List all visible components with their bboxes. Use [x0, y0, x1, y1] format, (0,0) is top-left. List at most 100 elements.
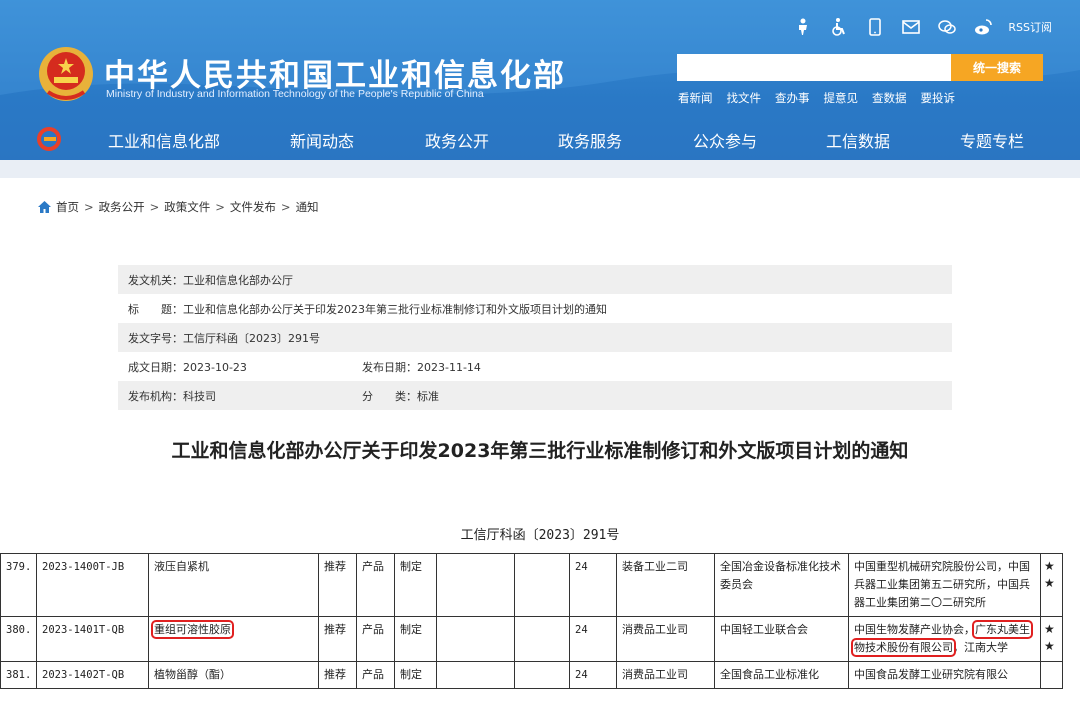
elder-mode-icon[interactable] — [792, 16, 814, 38]
mobile-icon[interactable] — [864, 16, 886, 38]
empty-cell — [436, 553, 515, 617]
drafting-organizations: 中国重型机械研究院股份公司，中国兵器工业集团第五二研究所，中国兵器工业集团第二〇… — [848, 553, 1041, 617]
info-row-agency: 发布机构：科技司 分 类：标准 — [118, 381, 952, 410]
breadcrumb-separator: > — [149, 200, 160, 214]
technical-committee: 全国冶金设备标准化技术委员会 — [714, 553, 849, 617]
table-row: 380. 2023-1401T-QB 重组可溶性胶原 推荐 产品 制定 24 消… — [0, 616, 1063, 662]
title-text: 标 题：工业和信息化部办公厅关于印发2023年第三批行业标准制修订和外文版项目计… — [128, 302, 607, 316]
written-date-text: 成文日期：2023-10-23 — [128, 360, 247, 374]
breadcrumb-open-government[interactable]: 政务公开 — [99, 199, 145, 215]
revision-type: 制定 — [394, 553, 437, 617]
quick-link-feedback[interactable]: 提意见 — [824, 90, 859, 106]
home-icon[interactable] — [38, 201, 51, 213]
project-code: 2023-1400T-JB — [36, 553, 149, 617]
publish-date-text: 发布日期：2023-11-14 — [362, 360, 481, 374]
project-name-text: 液压自紧机 — [154, 560, 209, 573]
completion-months: 24 — [569, 616, 617, 662]
org-text: 中国重型机械研究院股份公司，中国兵器工业集团第五二研究所，中国兵器工业集团第二〇… — [854, 560, 1030, 609]
quick-links-bar: 看新闻 找文件 查办事 提意见 查数据 要投诉 — [678, 90, 955, 106]
nav-item-special-topics[interactable]: 专题专栏 — [960, 128, 1024, 152]
project-code: 2023-1401T-QB — [36, 616, 149, 662]
empty-cell — [514, 553, 570, 617]
unified-search-button[interactable]: 统一搜索 — [951, 54, 1043, 81]
technical-committee: 全国食品工业标准化 — [714, 661, 849, 689]
site-header: RSS订阅 中华人民共和国工业和信息化部 Ministry of Industr… — [0, 0, 1080, 178]
document-title: 工业和信息化部办公厅关于印发2023年第三批行业标准制修订和外文版项目计划的通知 — [171, 440, 909, 462]
revision-type: 制定 — [394, 661, 437, 689]
responsible-department: 消费品工业司 — [616, 661, 715, 689]
header-utility-bar: RSS订阅 — [792, 16, 1052, 38]
quick-link-data[interactable]: 查数据 — [872, 90, 907, 106]
info-row-issuer: 发文机关：工业和信息化部办公厅 — [118, 265, 952, 294]
empty-cell — [514, 661, 570, 689]
nav-item-participation[interactable]: 公众参与 — [693, 128, 757, 152]
table-row: 381. 2023-1402T-QB 植物甾醇（酯） 推荐 产品 制定 24 消… — [0, 661, 1063, 689]
breadcrumb-separator: > — [84, 200, 94, 214]
nav-item-news[interactable]: 新闻动态 — [290, 128, 354, 152]
nav-item-data[interactable]: 工信数据 — [826, 128, 890, 152]
org-text: 中国生物发酵产业协会， — [854, 623, 975, 636]
standard-type: 产品 — [356, 616, 395, 662]
mail-icon[interactable] — [900, 16, 922, 38]
document-metadata-box: 发文机关：工业和信息化部办公厅 标 题：工业和信息化部办公厅关于印发2023年第… — [118, 265, 952, 410]
empty-cell — [436, 616, 515, 662]
org-text: 中国食品发酵工业研究院有限公 — [854, 668, 1008, 681]
document-number: 工信厅科函〔2023〕291号 — [460, 528, 620, 543]
breadcrumb-separator: > — [215, 200, 225, 214]
standard-type: 产品 — [356, 661, 395, 689]
e-government-logo-icon[interactable] — [36, 126, 62, 152]
quick-link-files[interactable]: 找文件 — [727, 90, 762, 106]
quick-link-services[interactable]: 查办事 — [775, 90, 810, 106]
project-name: 植物甾醇（酯） — [148, 661, 319, 689]
wechat-icon[interactable] — [936, 16, 958, 38]
table-row: 379. 2023-1400T-JB 液压自紧机 推荐 产品 制定 24 装备工… — [0, 553, 1063, 617]
org-text-tail: ，江南大学 — [953, 641, 1008, 654]
standard-type: 产品 — [356, 553, 395, 617]
accessibility-icon[interactable] — [828, 16, 850, 38]
info-row-doc-number: 发文字号：工信厅科函〔2023〕291号 — [118, 323, 952, 352]
nav-item-open-government[interactable]: 政务公开 — [425, 128, 489, 152]
project-code: 2023-1402T-QB — [36, 661, 149, 689]
issuer-text: 发文机关：工业和信息化部办公厅 — [128, 273, 293, 287]
project-name: 重组可溶性胶原 — [148, 616, 319, 662]
row-number: 379. — [0, 553, 37, 617]
project-name-text: 植物甾醇（酯） — [154, 668, 231, 681]
main-navigation: 工业和信息化部 新闻动态 政务公开 政务服务 公众参与 工信数据 专题专栏 — [0, 120, 1080, 160]
standard-nature: 推荐 — [318, 661, 357, 689]
breadcrumb-notice[interactable]: 通知 — [296, 199, 319, 215]
rss-subscribe-link[interactable]: RSS订阅 — [1008, 19, 1052, 35]
breadcrumb-policy-documents[interactable]: 政策文件 — [164, 199, 210, 215]
breadcrumb-document-release[interactable]: 文件发布 — [230, 199, 276, 215]
nav-item-services[interactable]: 政务服务 — [558, 128, 622, 152]
row-number: 381. — [0, 661, 37, 689]
project-name-text-highlighted: 重组可溶性胶原 — [151, 620, 234, 639]
breadcrumb: 首页 > 政务公开 > 政策文件 > 文件发布 > 通知 — [38, 199, 319, 215]
completion-months: 24 — [569, 661, 617, 689]
site-subtitle-english: Ministry of Industry and Information Tec… — [106, 88, 484, 100]
breadcrumb-separator: > — [280, 200, 291, 214]
standard-nature: 推荐 — [318, 553, 357, 617]
star-marker: ★★ — [1040, 553, 1063, 617]
nav-item-ministry[interactable]: 工业和信息化部 — [108, 128, 220, 152]
national-emblem-logo — [39, 47, 93, 101]
star-marker: ★★ — [1040, 616, 1063, 662]
quick-link-news[interactable]: 看新闻 — [678, 90, 713, 106]
weibo-icon[interactable] — [972, 16, 994, 38]
technical-committee: 中国轻工业联合会 — [714, 616, 849, 662]
completion-months: 24 — [569, 553, 617, 617]
info-row-title: 标 题：工业和信息化部办公厅关于印发2023年第三批行业标准制修订和外文版项目计… — [118, 294, 952, 323]
breadcrumb-home[interactable]: 首页 — [56, 199, 79, 215]
responsible-department: 装备工业二司 — [616, 553, 715, 617]
standard-nature: 推荐 — [318, 616, 357, 662]
revision-type: 制定 — [394, 616, 437, 662]
quick-link-complaint[interactable]: 要投诉 — [921, 90, 956, 106]
empty-cell — [436, 661, 515, 689]
drafting-organizations: 中国生物发酵产业协会，广东丸美生物技术股份有限公司，江南大学 — [848, 616, 1041, 662]
doc-number-text: 发文字号：工信厅科函〔2023〕291号 — [128, 331, 320, 345]
drafting-organizations: 中国食品发酵工业研究院有限公 — [848, 661, 1041, 689]
star-marker — [1040, 661, 1063, 689]
project-name: 液压自紧机 — [148, 553, 319, 617]
search-input[interactable] — [677, 54, 951, 81]
info-row-dates: 成文日期：2023-10-23 发布日期：2023-11-14 — [118, 352, 952, 381]
row-number: 380. — [0, 616, 37, 662]
